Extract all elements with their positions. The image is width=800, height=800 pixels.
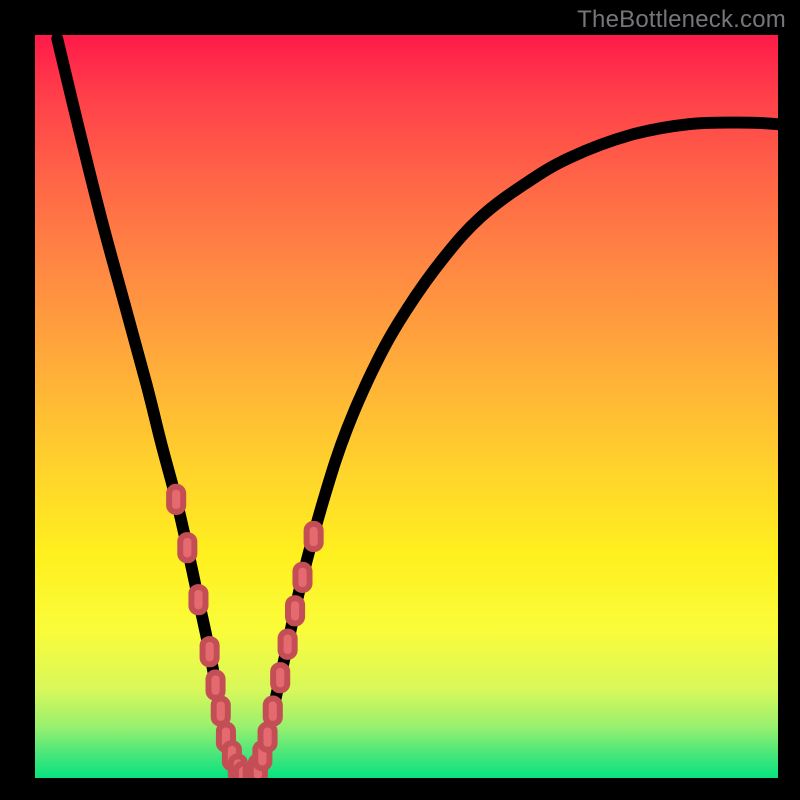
data-marker <box>261 725 275 750</box>
data-marker <box>169 487 183 512</box>
data-marker <box>307 524 321 549</box>
data-marker <box>208 672 222 697</box>
chart-svg <box>35 35 778 778</box>
main-curve <box>57 39 778 778</box>
data-marker <box>180 535 194 560</box>
data-marker <box>214 698 228 723</box>
data-marker <box>203 639 217 664</box>
chart-frame: TheBottleneck.com <box>0 0 800 800</box>
data-marker <box>191 587 205 612</box>
marker-layer <box>169 487 321 778</box>
data-marker <box>281 632 295 657</box>
data-marker <box>273 665 287 690</box>
data-marker <box>266 698 280 723</box>
data-marker <box>295 565 309 590</box>
data-marker <box>288 598 302 623</box>
watermark-text: TheBottleneck.com <box>577 6 786 34</box>
plot-area <box>35 35 778 778</box>
